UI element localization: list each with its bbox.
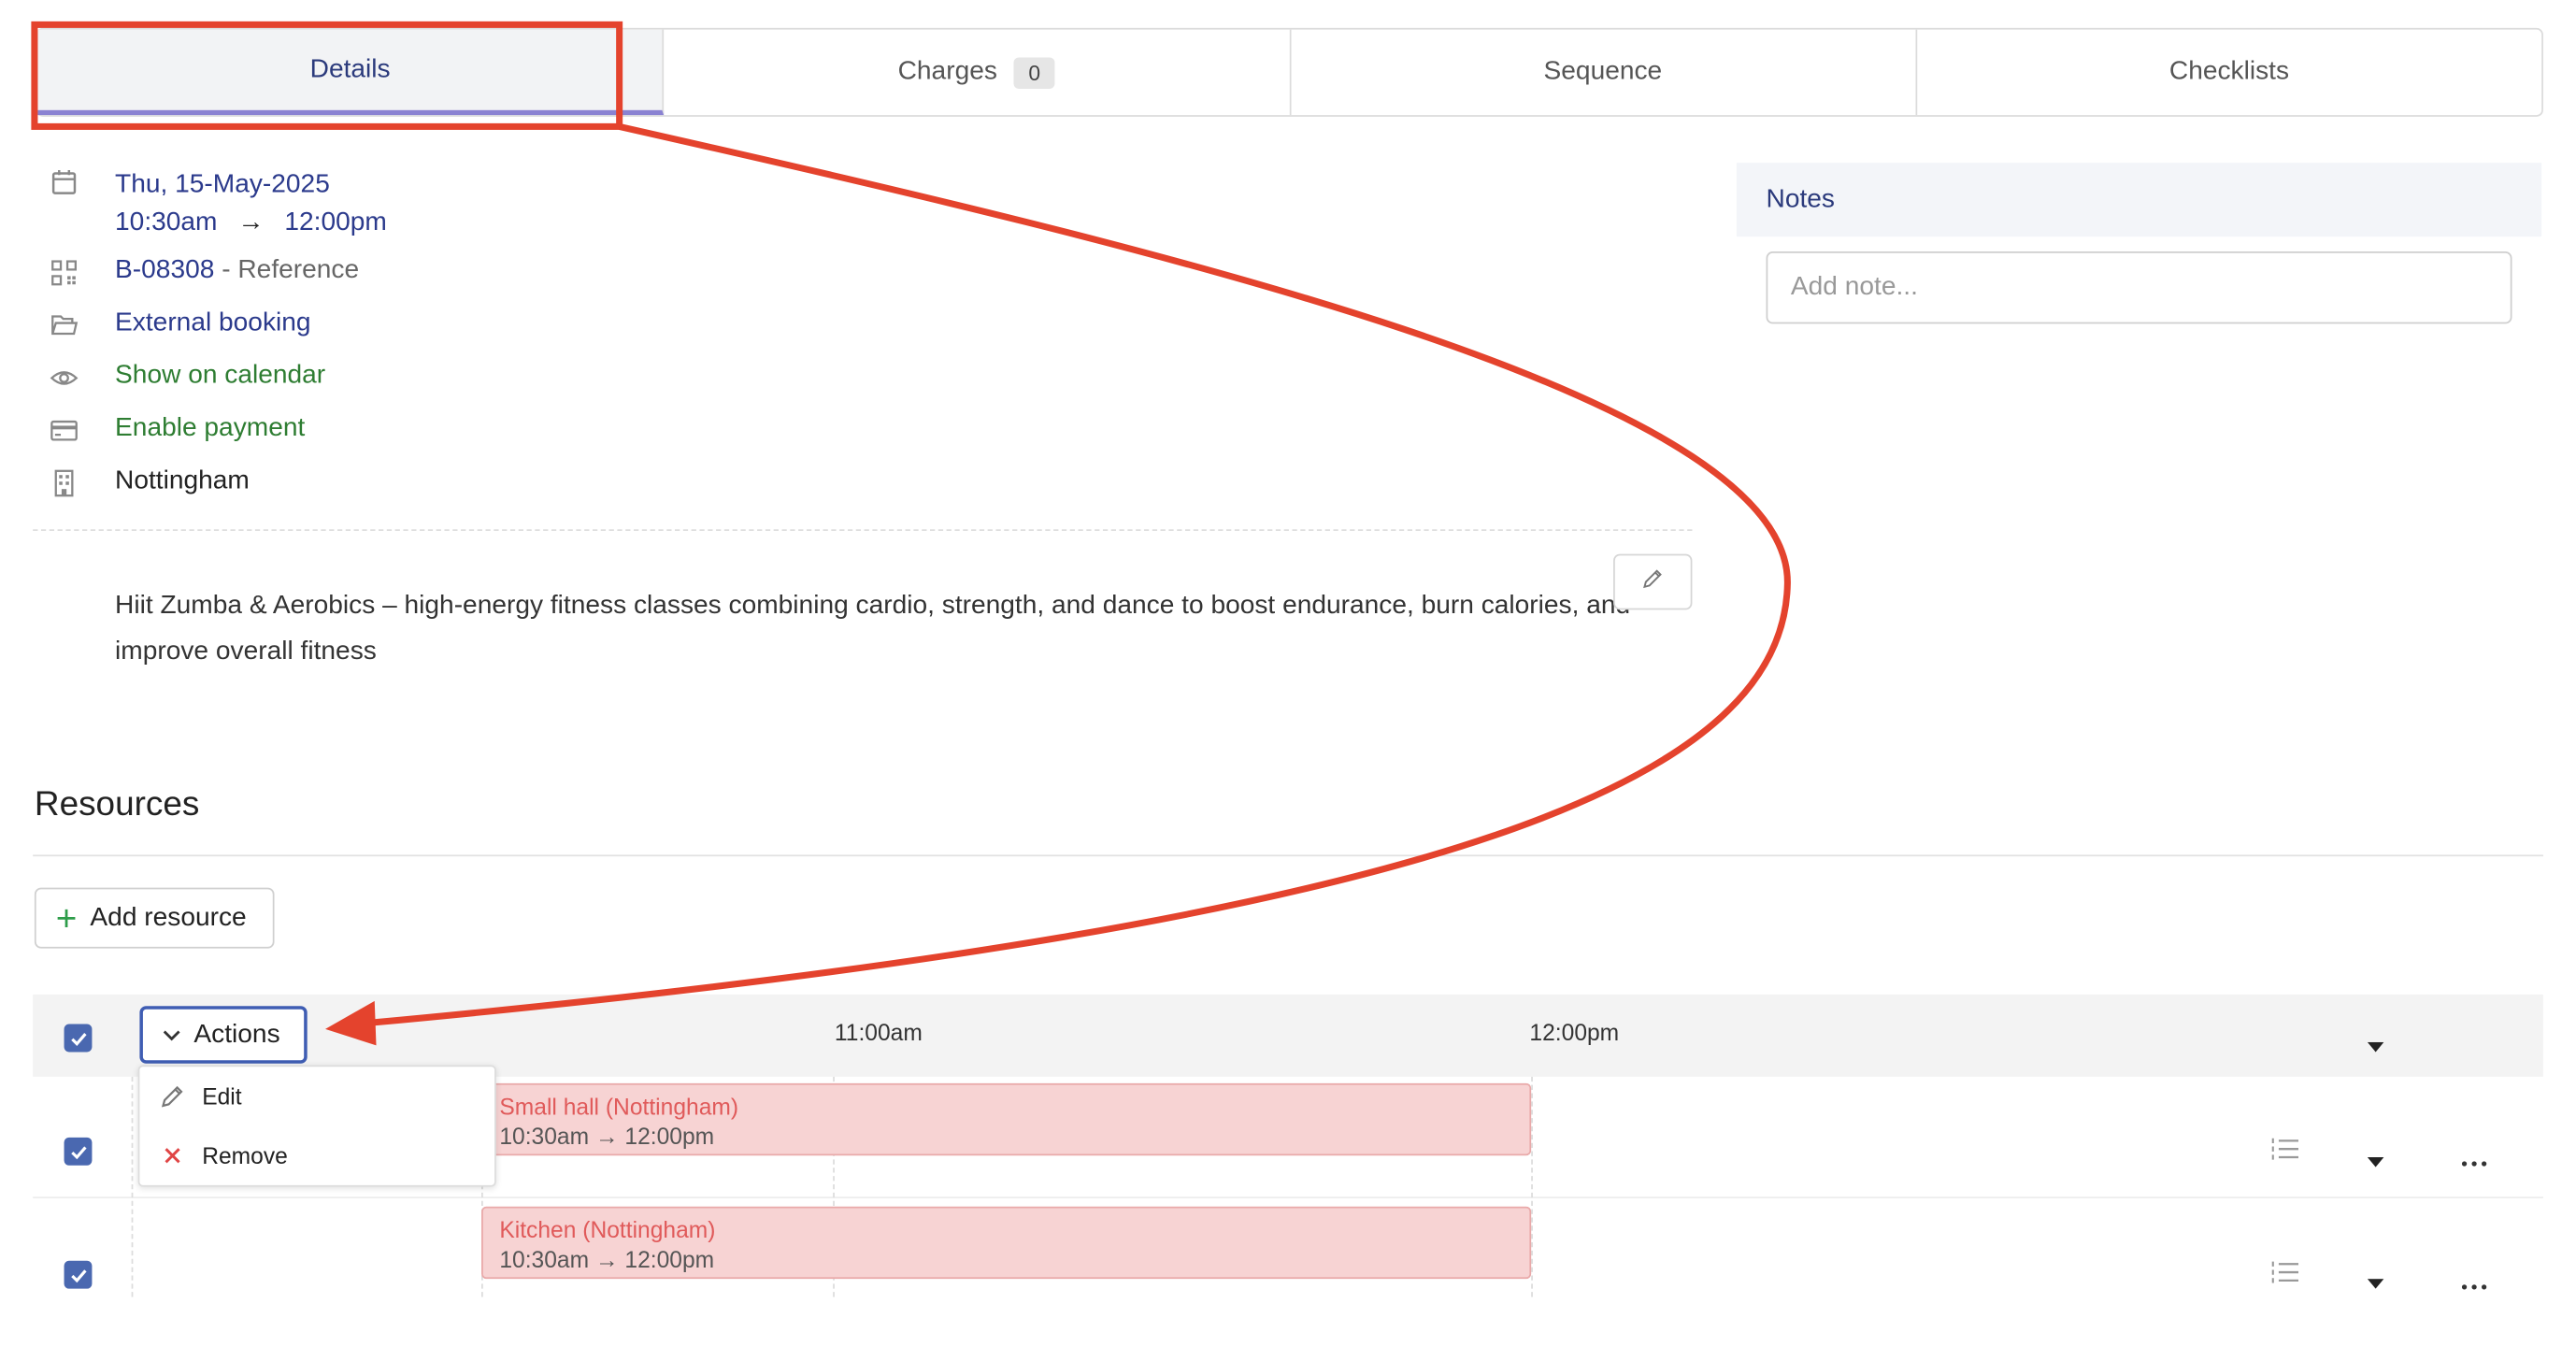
select-all-checkbox[interactable] (64, 1024, 93, 1053)
close-icon (159, 1146, 185, 1166)
more-options-icon[interactable] (2461, 1146, 2487, 1176)
charges-count-badge: 0 (1013, 56, 1055, 89)
resources-title: Resources (34, 785, 200, 824)
tab-charges-label: Charges (897, 57, 997, 86)
tab-charges[interactable]: Charges 0 (665, 29, 1291, 116)
reference-code[interactable]: B-08308 (115, 256, 214, 284)
time-start: 10:30am (115, 208, 218, 237)
reference-row: B-08308 - Reference (50, 256, 359, 287)
menu-item-remove-label: Remove (202, 1142, 288, 1169)
time-end: 12:00pm (284, 208, 387, 237)
tab-details[interactable]: Details (37, 29, 665, 116)
menu-item-edit[interactable]: Edit (159, 1082, 242, 1110)
calendar-visibility-row: Show on calendar (50, 362, 325, 393)
tab-bar: Details Charges 0 Sequence Checklists (36, 27, 2543, 117)
row-checkbox[interactable] (64, 1137, 93, 1166)
qr-code-icon (50, 258, 79, 288)
eye-icon (50, 364, 79, 394)
folder-icon (50, 310, 79, 340)
location: Nottingham (115, 466, 250, 495)
date-row: Thu, 15-May-2025 10:30am → 12:00pm (50, 166, 387, 242)
building-icon (50, 468, 79, 498)
add-note-input[interactable] (1766, 251, 2512, 324)
show-on-calendar[interactable]: Show on calendar (115, 362, 325, 392)
booking-resource-time: 10:30am → 12:00pm (499, 1245, 715, 1273)
caret-down-icon[interactable] (2367, 1146, 2384, 1176)
time-arrow: → (237, 208, 265, 237)
caret-down-icon[interactable] (2367, 1268, 2384, 1297)
notes-title: Notes (1766, 184, 1835, 213)
timeline-label-11am: 11:00am (834, 1019, 923, 1046)
booking-resource-time: 10:30am → 12:00pm (499, 1123, 715, 1150)
grid-line (131, 1076, 134, 1297)
booking-bar-kitchen[interactable]: Kitchen (Nottingham) 10:30am → 12:00pm (481, 1206, 1532, 1280)
resources-divider (33, 854, 2543, 857)
list-icon[interactable] (2270, 1259, 2300, 1294)
check-icon (70, 1032, 86, 1046)
tab-sequence-label: Sequence (1543, 57, 1663, 86)
caret-down-icon[interactable] (2367, 1031, 2384, 1061)
booking-type-row: External booking (50, 309, 311, 340)
list-icon[interactable] (2270, 1136, 2300, 1170)
booking-description: Hiit Zumba & Aerobics – high-energy fitn… (115, 592, 1631, 666)
menu-item-edit-label: Edit (202, 1082, 242, 1110)
annotation-arrow-curve (374, 122, 1791, 1026)
pencil-icon (159, 1083, 185, 1110)
edit-description-button[interactable] (1613, 553, 1693, 610)
add-resource-button[interactable]: + Add resource (34, 887, 275, 949)
tab-sequence[interactable]: Sequence (1291, 29, 1917, 116)
booking-resource-name: Small hall (Nottingham) (499, 1093, 739, 1120)
booking-resource-name: Kitchen (Nottingham) (499, 1216, 716, 1243)
chevron-down-icon (163, 1029, 180, 1040)
credit-card-icon (50, 416, 79, 446)
tab-details-label: Details (309, 54, 391, 83)
more-options-icon[interactable] (2461, 1269, 2487, 1299)
booking-bar-small-hall[interactable]: Small hall (Nottingham) 10:30am → 12:00p… (481, 1082, 1532, 1156)
menu-item-remove[interactable]: Remove (159, 1142, 288, 1169)
add-resource-label: Add resource (90, 903, 247, 932)
row-checkbox[interactable] (64, 1260, 93, 1289)
page: Details Charges 0 Sequence Checklists Th… (0, 0, 2576, 1361)
actions-dropdown-button[interactable]: Actions (139, 1006, 308, 1064)
plus-icon: + (55, 896, 78, 938)
details-divider (33, 529, 1693, 531)
actions-menu: Edit Remove (137, 1065, 496, 1187)
pencil-icon (1641, 566, 1665, 597)
booking-time: 10:30am → 12:00pm (115, 204, 387, 241)
tab-checklists[interactable]: Checklists (1917, 30, 2541, 115)
booking-date: Thu, 15-May-2025 (115, 170, 330, 199)
booking-type[interactable]: External booking (115, 309, 310, 339)
enable-payment[interactable]: Enable payment (115, 414, 305, 444)
calendar-icon (50, 167, 79, 197)
tab-checklists-label: Checklists (2168, 57, 2290, 86)
check-icon (70, 1268, 86, 1282)
notes-header: Notes (1736, 163, 2542, 237)
location-row: Nottingham (50, 466, 250, 497)
reference-label: - Reference (214, 256, 360, 285)
payment-row: Enable payment (50, 414, 306, 445)
check-icon (70, 1145, 86, 1159)
actions-label: Actions (193, 1020, 280, 1049)
grid-line (1531, 1076, 1533, 1297)
timeline-label-12pm: 12:00pm (1529, 1019, 1620, 1046)
